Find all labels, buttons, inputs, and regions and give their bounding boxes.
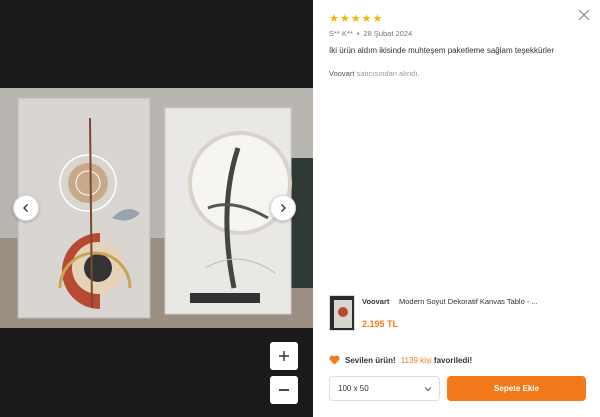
- favorite-suffix: favoriledi!: [433, 355, 473, 365]
- review-author: S** K**: [329, 29, 353, 38]
- size-select-value: 100 x 50: [338, 384, 369, 393]
- review-comment: İki ürün aldım ikisinde muhteşem paketle…: [329, 46, 554, 55]
- chevron-right-icon: [281, 204, 286, 212]
- zoom-out-icon: [279, 389, 289, 391]
- rating-stars: ★ ★ ★ ★ ★: [329, 14, 382, 25]
- zoom-out-button[interactable]: [270, 376, 298, 404]
- review-meta: S** K** • 28 Şubat 2024: [329, 29, 413, 38]
- seller-suffix: satıcısından alındı.: [356, 69, 420, 78]
- product-name[interactable]: Modern Soyut Dekoratif Kanvas Tablo - ..…: [399, 297, 538, 306]
- heart-icon: [329, 355, 340, 365]
- zoom-in-icon: [279, 351, 289, 361]
- star-icon: ★: [372, 13, 383, 25]
- previous-image-button[interactable]: [13, 195, 39, 221]
- product-brand: Voovart: [362, 297, 390, 306]
- image-viewer: [0, 0, 313, 417]
- favorite-count: 1139 kişi: [400, 355, 432, 365]
- size-select[interactable]: 100 x 50: [329, 376, 440, 401]
- chevron-down-icon: [424, 387, 432, 392]
- review-image-modal: ★ ★ ★ ★ ★ S** K** • 28 Şubat 2024 İki ürün…: [0, 0, 600, 417]
- star-icon: ★: [361, 13, 372, 25]
- product-price: 2.195 TL: [362, 319, 399, 329]
- seller-name: Voovart: [329, 69, 355, 78]
- seller-note: Voovart satıcısından alındı.: [329, 69, 420, 78]
- zoom-in-button[interactable]: [270, 342, 298, 370]
- review-panel: ★ ★ ★ ★ ★ S** K** • 28 Şubat 2024 İki ürün…: [313, 0, 600, 417]
- favorite-prefix: Sevilen ürün!: [345, 355, 396, 365]
- add-to-cart-button[interactable]: Sepete Ekle: [447, 376, 586, 401]
- next-image-button[interactable]: [270, 195, 296, 221]
- product-thumbnail: [329, 295, 355, 331]
- review-date: 28 Şubat 2024: [363, 29, 413, 38]
- close-icon[interactable]: [578, 9, 590, 21]
- favorite-info: Sevilen ürün! 1139 kişi favoriledi!: [329, 355, 472, 365]
- chevron-left-icon: [23, 204, 28, 212]
- star-icon: ★: [339, 13, 350, 25]
- star-icon: ★: [350, 13, 361, 25]
- review-photo: [0, 88, 313, 328]
- product-card[interactable]: Voovart Modern Soyut Dekoratif Kanvas Ta…: [329, 295, 591, 333]
- star-icon: ★: [329, 13, 339, 25]
